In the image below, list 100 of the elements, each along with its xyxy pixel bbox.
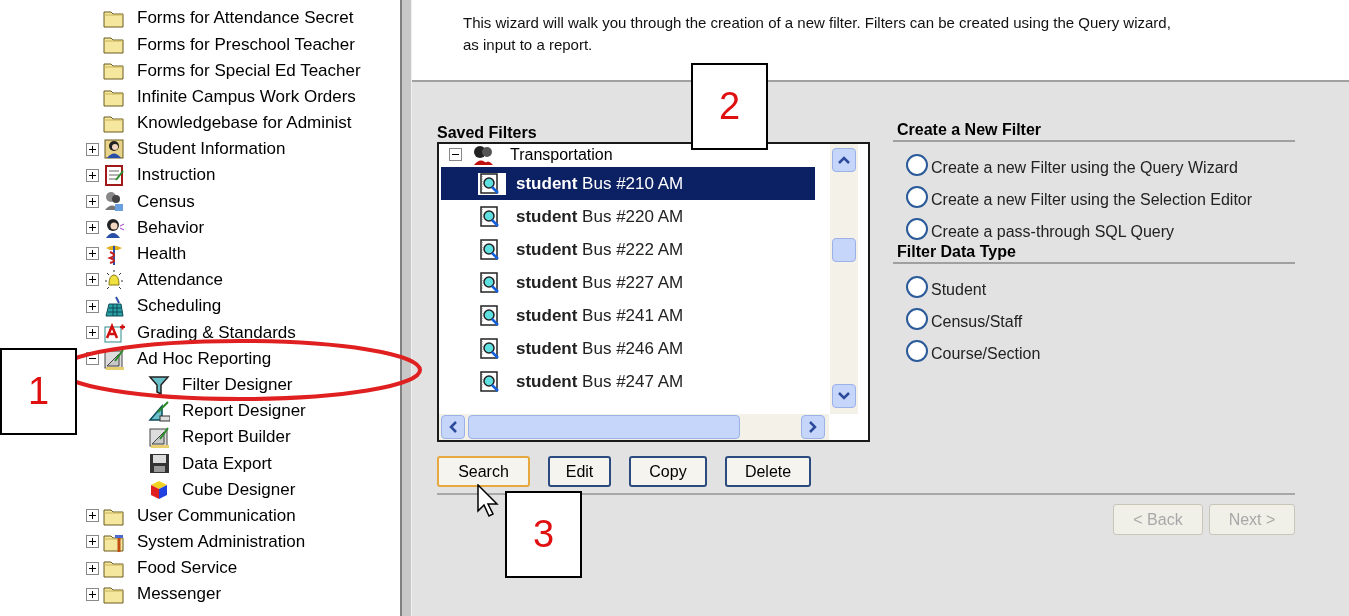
expand-toggle[interactable] [86, 221, 99, 235]
saved-filter-item[interactable]: student Bus #220 AM [441, 200, 815, 233]
expand-toggle[interactable] [86, 587, 99, 601]
tree-item[interactable]: Messenger [137, 581, 222, 607]
tree-item[interactable]: Ad Hoc Reporting [137, 345, 272, 372]
section-title: Filter Data Type [893, 242, 1295, 264]
tree-item[interactable]: User Communication [137, 502, 296, 529]
radio-button[interactable] [906, 154, 928, 176]
tree-item[interactable]: Instruction [137, 162, 216, 188]
tree-item[interactable]: Attendance [137, 267, 223, 293]
tree-item[interactable]: Infinite Campus Work Orders [137, 83, 356, 110]
saved-filter-item[interactable]: student Bus #241 AM [441, 299, 815, 332]
tree-item[interactable]: Forms for Preschool Teacher [137, 31, 355, 58]
report-search-icon [478, 238, 500, 261]
tree-item[interactable]: Grading & Standards [137, 319, 296, 346]
radio-label: Create a new Filter using the Query Wizard [931, 158, 1238, 178]
radio-label: Create a pass-through SQL Query [931, 222, 1175, 242]
radio-button[interactable] [906, 308, 928, 330]
saved-filter-item[interactable]: student Bus #247 AM [441, 365, 815, 398]
expand-toggle[interactable] [86, 535, 99, 549]
tree-item[interactable]: Health [137, 241, 187, 267]
bell-icon [103, 268, 125, 291]
cursor-icon [477, 484, 499, 518]
cube-icon [148, 478, 170, 501]
button[interactable]: Delete [725, 456, 811, 487]
expand-toggle[interactable] [86, 142, 99, 156]
button[interactable]: Edit [548, 456, 611, 487]
tree-item[interactable]: Census [137, 188, 195, 215]
expand-toggle[interactable] [86, 194, 99, 208]
description-text: as input to a report. [463, 35, 594, 55]
saved-filter-item[interactable]: student Bus #222 AM [441, 233, 815, 266]
scroll-left-button[interactable] [441, 415, 465, 439]
report-search-icon [478, 271, 500, 294]
report-search-icon [478, 205, 500, 228]
drafting-icon [148, 426, 170, 449]
tree-item[interactable]: Report Designer [182, 398, 306, 424]
report-search-icon [478, 172, 500, 195]
saved-filter-item[interactable]: student Bus #227 AM [441, 266, 815, 299]
collapse-toggle[interactable] [449, 148, 462, 161]
tree-item[interactable]: Knowledgebase for Administ [137, 110, 352, 136]
section-title: Saved Filters [437, 124, 538, 142]
grade-icon [103, 321, 125, 344]
description-text: This wizard will walk you through the creation of a new filter. Filters can be created using the Query wizard, [463, 13, 1172, 33]
caret-icon [838, 156, 850, 164]
radio-label: Student [931, 280, 987, 300]
caret-icon [838, 392, 850, 400]
expand-toggle[interactable] [86, 247, 99, 261]
report-search-icon [478, 304, 500, 327]
tree-item[interactable]: Forms for Attendance Secret [137, 5, 354, 31]
report-search-icon [478, 337, 500, 360]
expand-toggle[interactable] [86, 273, 99, 287]
expand-toggle[interactable] [86, 509, 99, 523]
report-search-icon [478, 370, 500, 393]
tree-item[interactable]: Transportation [510, 144, 613, 167]
callout-number: 1 [0, 348, 77, 435]
saved-filter-item[interactable]: student Bus #210 AM [441, 167, 815, 200]
radio-button[interactable] [906, 218, 928, 240]
tree-item[interactable]: Scheduling [137, 293, 222, 319]
floppy-icon [148, 452, 170, 475]
person-icon [103, 216, 125, 239]
tree-item[interactable]: Student Information [137, 136, 286, 162]
scroll-down-button[interactable] [832, 384, 856, 408]
tree-item[interactable]: Forms for Special Ed Teacher [137, 57, 361, 84]
radio-label: Create a new Filter using the Selection Editor [931, 190, 1253, 210]
radio-button[interactable] [906, 276, 928, 298]
tree-item[interactable]: Filter Designer [182, 371, 293, 398]
expand-toggle[interactable] [86, 168, 99, 182]
button[interactable]: Search [437, 456, 530, 487]
tree-item[interactable]: Report Builder [182, 424, 291, 450]
section-title: Create a New Filter [893, 120, 1295, 142]
button[interactable]: Copy [629, 456, 707, 487]
filter-icon [148, 373, 170, 396]
scroll-thumb[interactable] [832, 238, 856, 262]
tree-item[interactable]: Behavior [137, 214, 205, 241]
radio-label: Course/Section [931, 344, 1041, 364]
pane-splitter[interactable] [400, 0, 412, 616]
notebook-icon [103, 164, 125, 187]
expand-toggle[interactable] [86, 325, 99, 339]
person-icon [103, 138, 125, 161]
radio-label: Census/Staff [931, 312, 1023, 332]
horizontal-scrollbar[interactable] [439, 414, 829, 440]
drafting-icon [103, 347, 125, 370]
radio-button[interactable] [906, 340, 928, 362]
caret-icon [449, 421, 457, 433]
drafting-icon [148, 399, 170, 422]
scroll-right-button[interactable] [801, 415, 825, 439]
tree-item[interactable]: System Administration [137, 529, 306, 555]
expand-toggle[interactable] [86, 561, 99, 575]
people-icon [103, 190, 125, 213]
callout-number: 2 [691, 63, 768, 150]
expand-toggle[interactable] [86, 299, 99, 313]
scroll-up-button[interactable] [832, 148, 856, 172]
tree-item[interactable]: Data Export [182, 450, 272, 477]
caret-icon [809, 421, 817, 433]
tree-item[interactable]: Cube Designer [182, 476, 296, 503]
scroll-thumb[interactable] [468, 415, 740, 439]
tree-item[interactable]: Food Service [137, 555, 238, 581]
vertical-scrollbar[interactable] [830, 144, 858, 414]
radio-button[interactable] [906, 186, 928, 208]
saved-filter-item[interactable]: student Bus #246 AM [441, 332, 815, 365]
